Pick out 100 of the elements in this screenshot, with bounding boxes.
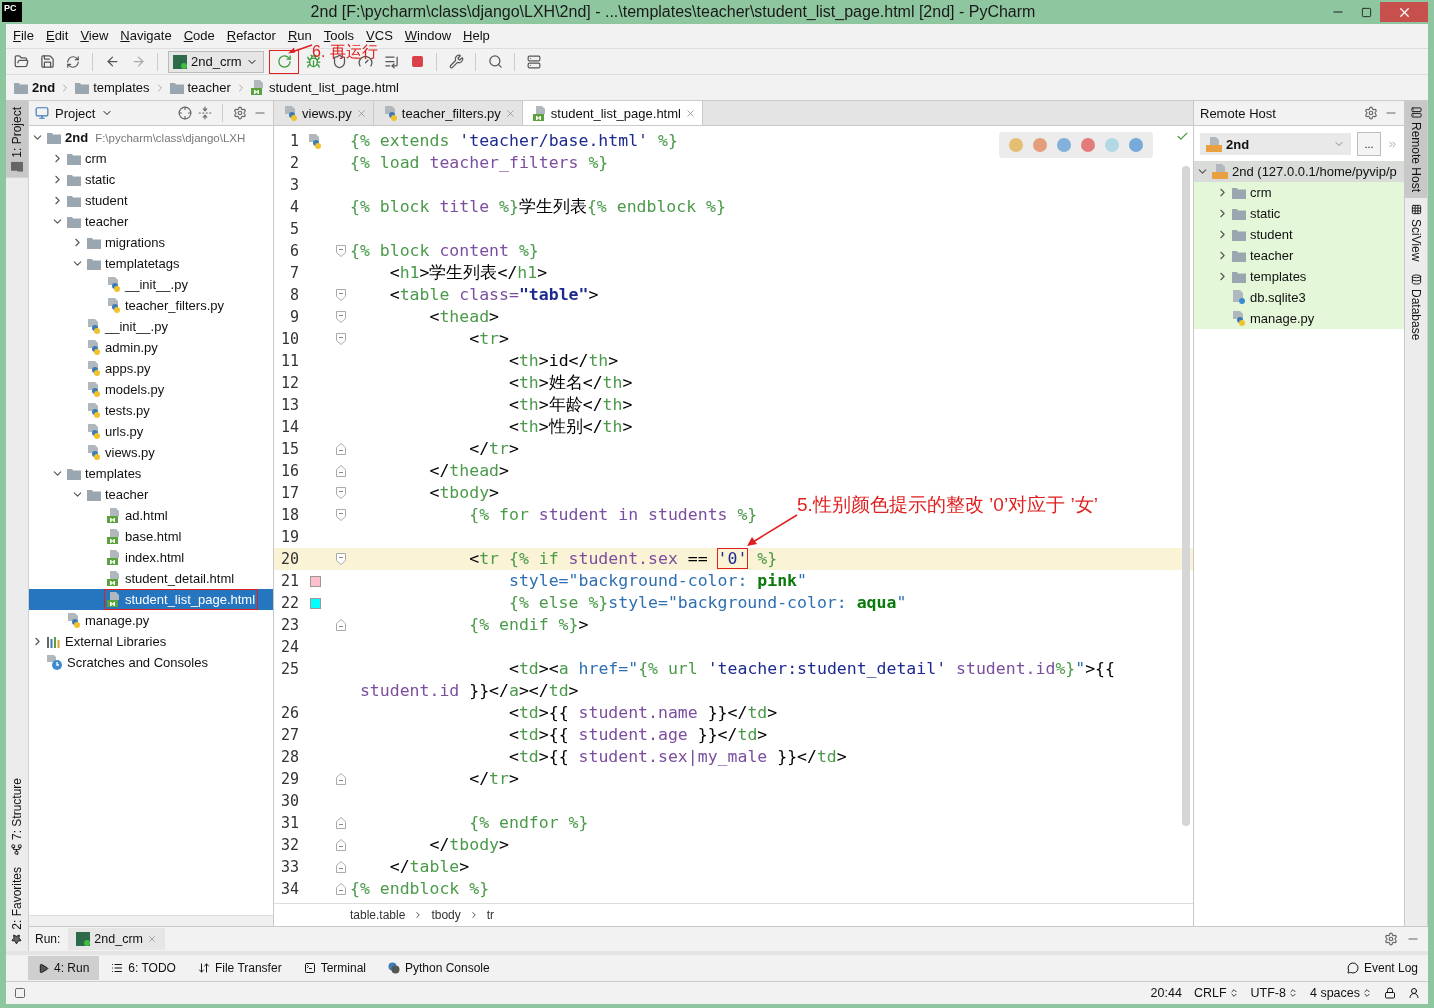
fold-icon[interactable]: [336, 289, 346, 301]
fold-icon[interactable]: [336, 311, 346, 323]
tree-item[interactable]: student_list_page.html: [29, 589, 273, 610]
tool-window-button[interactable]: Terminal: [293, 956, 376, 980]
fold-icon[interactable]: [336, 245, 346, 257]
collapse-all-icon[interactable]: [198, 106, 212, 120]
tree-item[interactable]: apps.py: [29, 358, 273, 379]
breadcrumb-item[interactable]: teacher: [169, 80, 231, 95]
tree-item[interactable]: db.sqlite3: [1194, 287, 1404, 308]
fold-end-icon[interactable]: [336, 817, 346, 829]
lock-icon[interactable]: [1384, 987, 1396, 999]
tree-item[interactable]: manage.py: [1194, 308, 1404, 329]
tree-item[interactable]: 2nd F:\pycharm\class\django\LXH: [29, 127, 273, 148]
menu-item[interactable]: View: [75, 29, 114, 43]
event-log-button[interactable]: Event Log: [1336, 956, 1428, 980]
tree-item[interactable]: ad.html: [29, 505, 273, 526]
tree-item[interactable]: 2nd (127.0.0.1/home/pyvip/p: [1194, 161, 1404, 182]
tree-item[interactable]: student: [1194, 224, 1404, 245]
menu-item[interactable]: Navigate: [115, 29, 177, 43]
side-tab[interactable]: Remote Host: [1405, 101, 1427, 199]
settings-icon[interactable]: [1384, 932, 1398, 946]
side-tab[interactable]: 7: Structure: [6, 772, 28, 862]
menu-item[interactable]: File: [8, 29, 39, 43]
tree-item[interactable]: templates: [1194, 266, 1404, 287]
tool-window-button[interactable]: File Transfer: [187, 956, 292, 980]
path-item[interactable]: tr: [486, 908, 495, 922]
tree-item[interactable]: __init__.py: [29, 316, 273, 337]
fold-end-icon[interactable]: [336, 773, 346, 785]
side-tab[interactable]: Database: [1405, 267, 1427, 346]
tree-item[interactable]: student: [29, 190, 273, 211]
inspector-icon[interactable]: [1408, 987, 1420, 999]
menu-item[interactable]: Help: [458, 29, 495, 43]
tree-item[interactable]: admin.py: [29, 337, 273, 358]
run-config-dropdown[interactable]: 2nd_crm: [168, 50, 264, 73]
tree-item[interactable]: migrations: [29, 232, 273, 253]
tree-item[interactable]: manage.py: [29, 610, 273, 631]
status-item[interactable]: UTF-8: [1250, 986, 1298, 1000]
breadcrumb-item[interactable]: 2nd: [14, 80, 56, 95]
settings-icon[interactable]: [1364, 106, 1378, 120]
fold-icon[interactable]: [336, 333, 346, 345]
tree-item[interactable]: index.html: [29, 547, 273, 568]
fold-end-icon[interactable]: [336, 443, 346, 455]
fold-icon[interactable]: [336, 553, 346, 565]
tree-item[interactable]: base.html: [29, 526, 273, 547]
server-dropdown[interactable]: 2nd: [1200, 133, 1351, 155]
tree-item[interactable]: views.py: [29, 442, 273, 463]
browser-icon[interactable]: [1081, 138, 1095, 152]
side-tab[interactable]: 1: Project: [6, 101, 28, 178]
menu-item[interactable]: Window: [399, 29, 457, 43]
menu-item[interactable]: Edit: [40, 29, 74, 43]
tree-item[interactable]: templatetags: [29, 253, 273, 274]
fold-icon[interactable]: [336, 487, 346, 499]
settings-icon[interactable]: [233, 106, 247, 120]
tree-item[interactable]: urls.py: [29, 421, 273, 442]
tree-item[interactable]: models.py: [29, 379, 273, 400]
tree-item[interactable]: teacher_filters.py: [29, 295, 273, 316]
tool-window-button[interactable]: 6: TODO: [101, 956, 186, 980]
tree-item[interactable]: static: [1194, 203, 1404, 224]
fold-end-icon[interactable]: [336, 619, 346, 631]
panel-toggle-icon[interactable]: [14, 987, 26, 999]
status-item[interactable]: 4 spaces: [1309, 986, 1372, 1000]
locate-icon[interactable]: [178, 106, 192, 120]
path-item[interactable]: table.table: [350, 908, 406, 922]
menu-item[interactable]: VCS: [361, 29, 398, 43]
breadcrumb-item[interactable]: student_list_page.html: [250, 80, 399, 95]
tree-item[interactable]: templates: [29, 463, 273, 484]
tree-item[interactable]: crm: [1194, 182, 1404, 203]
close-icon[interactable]: [504, 107, 516, 119]
close-icon[interactable]: [355, 107, 367, 119]
tool-window-button[interactable]: 4: Run: [28, 956, 100, 980]
browser-icon[interactable]: [1129, 138, 1143, 152]
fold-icon[interactable]: [336, 509, 346, 521]
status-item[interactable]: 20:44: [1150, 986, 1182, 1000]
menu-item[interactable]: Run: [282, 29, 317, 43]
fold-end-icon[interactable]: [336, 465, 346, 477]
tree-item[interactable]: tests.py: [29, 400, 273, 421]
tree-item[interactable]: __init__.py: [29, 274, 273, 295]
tree-item[interactable]: teacher: [29, 211, 273, 232]
menu-item[interactable]: Refactor: [221, 29, 281, 43]
rerun-icon[interactable]: [270, 50, 298, 73]
status-item[interactable]: CRLF: [1193, 986, 1239, 1000]
menu-item[interactable]: Tools: [318, 29, 360, 43]
breadcrumb-item[interactable]: templates: [75, 80, 150, 95]
tree-item[interactable]: student_detail.html: [29, 568, 273, 589]
side-tab[interactable]: SciView: [1405, 198, 1427, 268]
tree-item[interactable]: teacher: [29, 484, 273, 505]
tree-item[interactable]: crm: [29, 148, 273, 169]
menu-item[interactable]: Code: [178, 29, 220, 43]
tree-item[interactable]: External Libraries: [29, 631, 273, 652]
editor-tab[interactable]: student_list_page.html: [522, 101, 703, 125]
side-tab[interactable]: 2: Favorites: [6, 861, 28, 951]
fold-end-icon[interactable]: [336, 883, 346, 895]
tool-window-button[interactable]: Python Console: [378, 956, 500, 980]
fold-end-icon[interactable]: [336, 839, 346, 851]
fold-end-icon[interactable]: [336, 861, 346, 873]
run-tab[interactable]: 2nd_crm: [68, 928, 165, 950]
tree-item[interactable]: teacher: [1194, 245, 1404, 266]
close-icon[interactable]: [684, 107, 696, 119]
path-item[interactable]: tbody: [431, 908, 461, 922]
more-button[interactable]: ...: [1357, 132, 1381, 156]
